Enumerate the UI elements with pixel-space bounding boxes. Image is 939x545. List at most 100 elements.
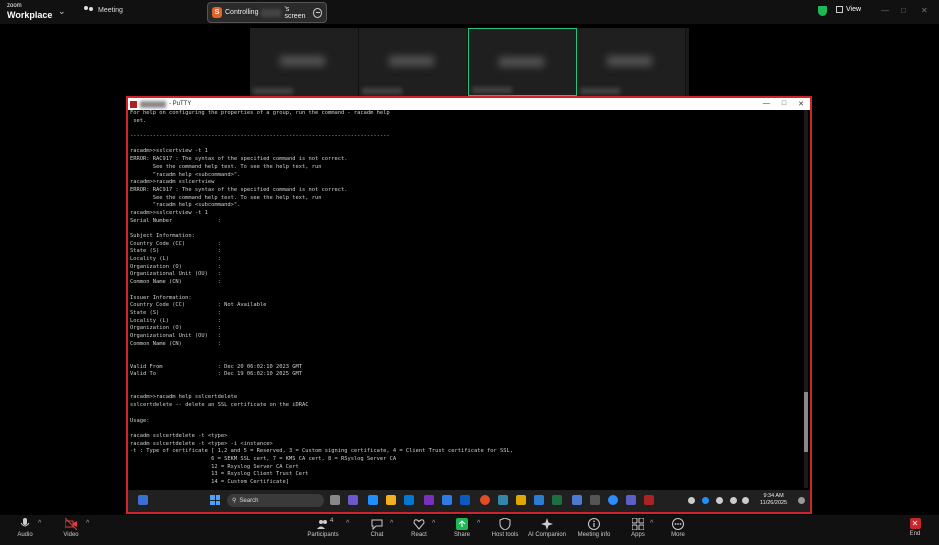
zoom-app-icon[interactable] <box>608 495 618 505</box>
tray-chevron-icon[interactable] <box>688 497 695 504</box>
taskbar-clock[interactable]: 9:34 AM 11/26/2025 <box>760 493 787 507</box>
terminal-line: Organizational Unit (OU) : <box>130 332 225 339</box>
putty-maximize-icon[interactable]: □ <box>782 100 786 108</box>
chrome-icon[interactable] <box>480 495 490 505</box>
windows-taskbar: ⚲ Search 9:34 AM 11/26/2025 <box>128 490 810 512</box>
terminal-line: See the command help text. To see the he… <box>130 194 322 201</box>
file-explorer-icon[interactable] <box>386 495 396 505</box>
participant-tile-active[interactable] <box>468 28 577 96</box>
terminal-line: Organization (O) : <box>130 325 225 332</box>
security-shield-icon[interactable] <box>818 6 827 16</box>
terminal-line: "racadm help <subcommand>". <box>130 202 241 209</box>
terminal-line: Organizational Unit (OU) : <box>130 271 225 278</box>
ai-companion-button[interactable]: AI Companion <box>524 518 570 538</box>
host-tools-shield-icon <box>499 518 511 530</box>
blurred-label <box>580 88 620 94</box>
participant-tile[interactable] <box>250 28 359 96</box>
scrollbar-thumb[interactable] <box>804 392 808 452</box>
heart-icon <box>413 519 425 530</box>
controller-avatar: S <box>212 7 222 18</box>
onedrive-icon[interactable] <box>702 497 709 504</box>
participants-count: 4 <box>330 518 334 524</box>
terminal-line: State (S) : <box>130 248 225 255</box>
share-screen-icon <box>456 518 468 530</box>
putty-titlebar[interactable]: - PuTTY — □ ✕ <box>128 98 810 110</box>
terminal-line: Common Name (CN) : <box>130 279 225 286</box>
putty-minimize-icon[interactable]: — <box>763 100 770 108</box>
volume-icon[interactable] <box>742 497 749 504</box>
putty-icon <box>130 100 137 108</box>
windows-start-icon[interactable] <box>210 495 220 505</box>
stop-control-icon[interactable] <box>312 7 322 18</box>
outlook-icon[interactable] <box>534 495 544 505</box>
app-icon[interactable] <box>626 495 636 505</box>
chat-icon <box>371 519 383 530</box>
terminal-line: set. <box>130 117 147 124</box>
meeting-label: Meeting <box>98 7 123 14</box>
meeting-info-label: Meeting info <box>577 532 611 538</box>
copilot-icon[interactable] <box>348 495 358 505</box>
app-icon[interactable] <box>516 495 526 505</box>
video-options-icon[interactable]: ^ <box>86 520 89 527</box>
terminal-line: For help on configuring the properties o… <box>130 110 390 116</box>
chat-options-icon[interactable]: ^ <box>390 520 393 527</box>
participant-tile[interactable] <box>359 28 468 96</box>
audio-label: Audio <box>17 532 33 538</box>
teams-icon[interactable] <box>368 495 378 505</box>
meeting-info-button[interactable]: Meeting info <box>573 518 615 538</box>
microphone-tray-icon[interactable] <box>716 497 723 504</box>
excel-icon[interactable] <box>552 495 562 505</box>
app-icon[interactable] <box>572 495 582 505</box>
task-view-icon[interactable] <box>330 495 340 505</box>
notification-icon[interactable] <box>798 497 805 504</box>
apps-icon <box>632 518 644 530</box>
network-icon[interactable] <box>730 497 737 504</box>
taskbar-search[interactable]: ⚲ Search <box>227 494 324 507</box>
terminal-line: -t : Type of certificate [ 1,2 and 5 = R… <box>130 448 513 455</box>
view-button[interactable]: View <box>836 6 861 13</box>
host-tools-button[interactable]: Host tools <box>484 518 526 538</box>
putty-close-icon[interactable]: ✕ <box>798 100 804 108</box>
terminal-line: 6 = SEKM SSL cert, 7 = KMS CA cert, 8 = … <box>130 455 397 462</box>
app-icon[interactable] <box>442 495 452 505</box>
react-options-icon[interactable]: ^ <box>432 520 435 527</box>
controlling-screen-tab[interactable]: S Controlling 's screen <box>207 2 327 23</box>
terminal-scrollbar[interactable] <box>804 110 808 488</box>
mail-icon[interactable] <box>404 495 414 505</box>
apps-options-icon[interactable]: ^ <box>650 520 653 527</box>
terminal-line: racadm>>sslcertview -t 1 <box>130 148 208 155</box>
widgets-icon[interactable] <box>138 495 148 505</box>
audio-options-icon[interactable]: ^ <box>38 520 41 527</box>
maximize-icon[interactable]: □ <box>901 6 906 15</box>
terminal-output[interactable]: For help on configuring the properties o… <box>130 110 806 488</box>
sparkle-icon <box>541 518 553 530</box>
app-icon[interactable] <box>498 495 508 505</box>
close-icon[interactable]: ✕ <box>921 6 928 15</box>
more-icon <box>672 518 684 530</box>
controlling-suffix: 's screen <box>284 5 306 20</box>
end-button[interactable]: ✕ End <box>902 518 928 537</box>
minimize-icon[interactable]: — <box>881 6 889 15</box>
meeting-button[interactable]: Meeting <box>84 6 123 15</box>
redacted-host <box>140 100 166 108</box>
putty-taskbar-icon[interactable] <box>644 495 654 505</box>
blurred-label <box>362 88 402 94</box>
terminal-line: Common Name (CN) : <box>130 340 225 347</box>
share-options-icon[interactable]: ^ <box>477 520 480 527</box>
participants-button[interactable]: 4 Participants <box>302 518 344 538</box>
participant-tile[interactable] <box>577 28 686 96</box>
terminal-line: Usage: <box>130 417 150 424</box>
terminal-line: Country Code (CC) : <box>130 240 225 247</box>
more-button[interactable]: More <box>657 518 699 538</box>
app-icon[interactable] <box>424 495 434 505</box>
app-icon[interactable] <box>590 495 600 505</box>
chevron-down-icon[interactable]: ⌄ <box>58 6 66 17</box>
search-icon: ⚲ <box>232 498 237 504</box>
participants-options-icon[interactable]: ^ <box>346 520 349 527</box>
info-icon <box>588 518 600 530</box>
app-icon[interactable] <box>460 495 470 505</box>
